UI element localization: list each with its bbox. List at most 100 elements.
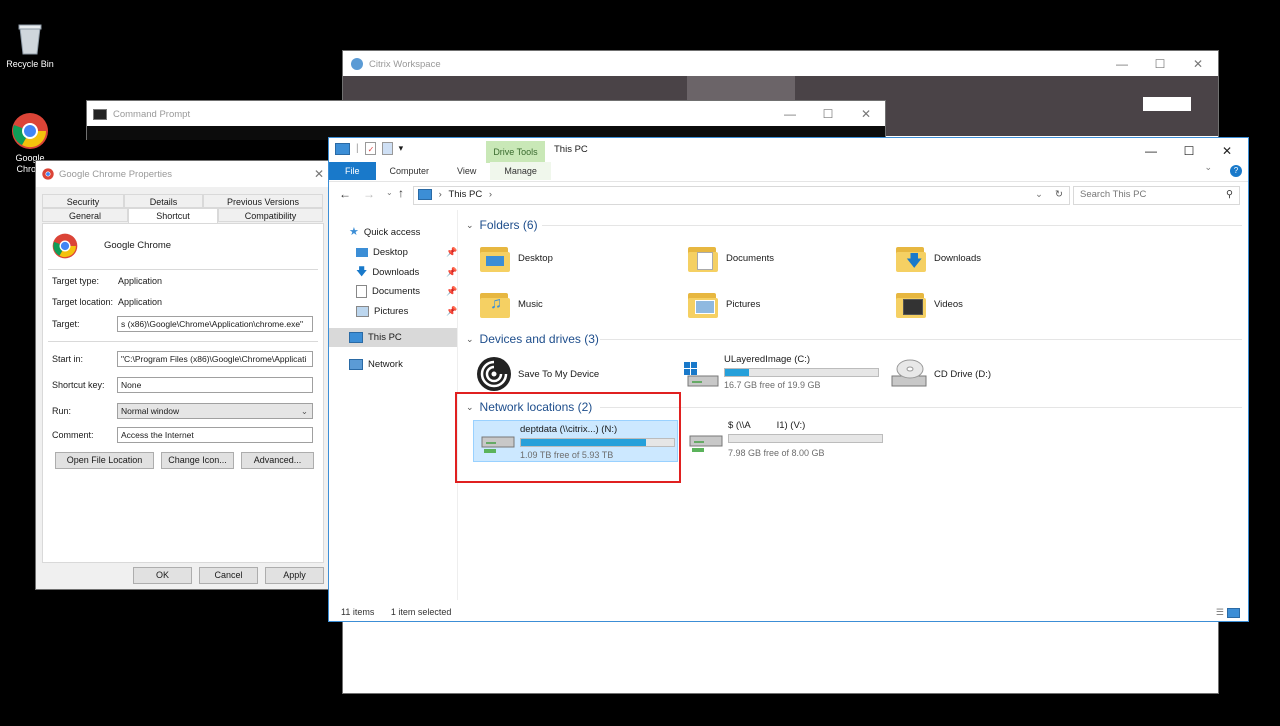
folder-downloads[interactable]: 🡇 Downloads (896, 244, 981, 272)
help-icon[interactable]: ? (1230, 165, 1242, 177)
nav-label: This PC (368, 332, 402, 343)
devices-group-header[interactable]: ⌄ Devices and drives (3) (466, 332, 599, 346)
close-icon[interactable]: ✕ (314, 167, 324, 181)
maximize-button[interactable]: ☐ (809, 101, 847, 127)
ribbon-tabs: File Computer View Manage ⌄ ? (329, 162, 1248, 180)
tab-view[interactable]: View (443, 162, 490, 180)
back-arrow-icon[interactable]: ← (339, 187, 351, 201)
status-bar: 11 items 1 item selected ☰ (329, 602, 1248, 622)
tab-computer[interactable]: Computer (376, 162, 444, 180)
nav-label: Network (368, 359, 403, 370)
folder-desktop[interactable]: Desktop (480, 244, 553, 272)
folder-icon (480, 244, 510, 272)
recycle-bin-desktop-icon[interactable]: Recycle Bin (0, 22, 60, 70)
maximize-button[interactable]: ☐ (1170, 138, 1208, 164)
tab-general[interactable]: General (42, 208, 128, 222)
citrix-titlebar: Citrix Workspace (343, 51, 1218, 77)
open-file-location-button[interactable]: Open File Location (55, 452, 154, 469)
tab-security[interactable]: Security (42, 194, 124, 208)
expand-ribbon-icon[interactable]: ⌄ (1204, 162, 1212, 173)
tab-previous-versions[interactable]: Previous Versions (203, 194, 323, 208)
save-to-device-icon (477, 357, 511, 391)
drive-c[interactable]: ULayeredImage (C:) 16.7 GB free of 19.9 … (682, 354, 882, 394)
status-item-count: 11 items (341, 607, 375, 617)
up-arrow-icon[interactable]: ↑ (398, 186, 404, 200)
chrome-icon (12, 113, 48, 149)
explorer-window-controls: — ☐ ✕ (1132, 138, 1246, 164)
nav-item-pictures[interactable]: Pictures 📌 (329, 302, 457, 321)
nav-item-this-pc[interactable]: This PC (329, 328, 457, 347)
recycle-bin-icon (18, 24, 42, 55)
tab-manage[interactable]: Manage (490, 162, 551, 180)
nav-item-documents[interactable]: Documents 📌 (329, 282, 457, 301)
close-button[interactable]: ✕ (1179, 51, 1217, 77)
divider (600, 407, 1242, 408)
folders-group-header[interactable]: ⌄ Folders (6) (466, 218, 538, 232)
star-icon: ★ (349, 226, 359, 238)
forward-arrow-icon[interactable]: → (363, 187, 375, 201)
comment-label: Comment: (52, 430, 94, 440)
recent-locations-icon[interactable]: ⌄ (386, 188, 393, 197)
target-input[interactable]: s (x86)\Google\Chrome\Application\chrome… (117, 316, 313, 332)
computer-icon (335, 142, 350, 155)
nav-item-desktop[interactable]: Desktop 📌 (329, 243, 457, 262)
close-button[interactable]: ✕ (847, 101, 885, 127)
nav-item-network[interactable]: Network (329, 355, 457, 374)
properties-icon[interactable]: ✓ (364, 142, 376, 155)
comment-input[interactable]: Access the Internet (117, 427, 313, 443)
download-arrow-icon: 🡇 (356, 266, 368, 278)
pictures-icon (356, 306, 369, 317)
customize-toolbar-icon[interactable]: ▾ (399, 143, 404, 154)
folder-documents[interactable]: Documents (688, 244, 774, 272)
tab-file[interactable]: File (329, 162, 376, 180)
folder-pictures[interactable]: Pictures (688, 290, 760, 318)
navigation-pane: ★ Quick access Desktop 📌 🡇 Downloads 📌 D… (329, 210, 457, 600)
shortcut-panel (42, 223, 324, 563)
minimize-button[interactable]: — (1132, 138, 1170, 164)
address-bar[interactable]: › This PC › ⌄ ↻ (413, 186, 1070, 205)
ok-button[interactable]: OK (133, 567, 192, 584)
cancel-button[interactable]: Cancel (199, 567, 258, 584)
chevron-down-icon[interactable]: ⌄ (1035, 187, 1043, 203)
folder-icon (688, 290, 718, 318)
device-cd-drive[interactable]: CD Drive (D:) (890, 358, 991, 390)
nav-item-downloads[interactable]: 🡇 Downloads 📌 (329, 263, 457, 282)
network-drive-v[interactable]: $ (\\A I1) (V:) 7.98 GB free of 8.00 GB (682, 420, 887, 462)
run-select[interactable]: Normal window ⌄ (117, 403, 313, 419)
device-label: CD Drive (D:) (934, 368, 991, 380)
folder-icon (688, 244, 718, 272)
minimize-button[interactable]: — (771, 101, 809, 127)
drive-tools-context-label: Drive Tools (486, 141, 545, 163)
change-icon-button[interactable]: Change Icon... (161, 452, 234, 469)
tab-compatibility[interactable]: Compatibility (218, 208, 323, 222)
folder-label: Desktop (518, 252, 553, 264)
start-in-input[interactable]: "C:\Program Files (x86)\Google\Chrome\Ap… (117, 351, 313, 367)
run-select-value: Normal window (121, 406, 180, 416)
nav-item-quick-access[interactable]: ★ Quick access (329, 223, 457, 242)
details-view-icon[interactable]: ☰ (1216, 602, 1224, 622)
shortcut-key-input[interactable]: None (117, 377, 313, 393)
chrome-properties-dialog: Google Chrome Properties ✕ Security Deta… (35, 160, 329, 590)
citrix-user-box[interactable] (1143, 97, 1191, 111)
props-title: Google Chrome Properties (59, 168, 172, 180)
device-save-to-my-device[interactable]: Save To My Device (476, 356, 599, 392)
tab-shortcut[interactable]: Shortcut (128, 208, 218, 224)
tab-details[interactable]: Details (124, 194, 203, 208)
network-icon (349, 359, 363, 370)
advanced-button[interactable]: Advanced... (241, 452, 314, 469)
apply-button[interactable]: Apply (265, 567, 324, 584)
large-icons-view-icon[interactable] (1227, 608, 1240, 618)
document-icon (356, 285, 367, 298)
divider (600, 339, 1242, 340)
computer-icon (418, 188, 432, 200)
close-button[interactable]: ✕ (1208, 138, 1246, 164)
folder-label: Videos (934, 298, 963, 310)
maximize-button[interactable]: ☐ (1141, 51, 1179, 77)
refresh-icon[interactable]: ↻ (1055, 187, 1063, 203)
minimize-button[interactable]: — (1103, 51, 1141, 77)
new-folder-icon[interactable] (381, 142, 393, 155)
nav-label: Pictures (374, 306, 409, 317)
folder-videos[interactable]: Videos (896, 290, 963, 318)
search-input[interactable]: Search This PC ⚲ (1073, 186, 1240, 205)
folder-music[interactable]: ♫ Music (480, 290, 543, 318)
